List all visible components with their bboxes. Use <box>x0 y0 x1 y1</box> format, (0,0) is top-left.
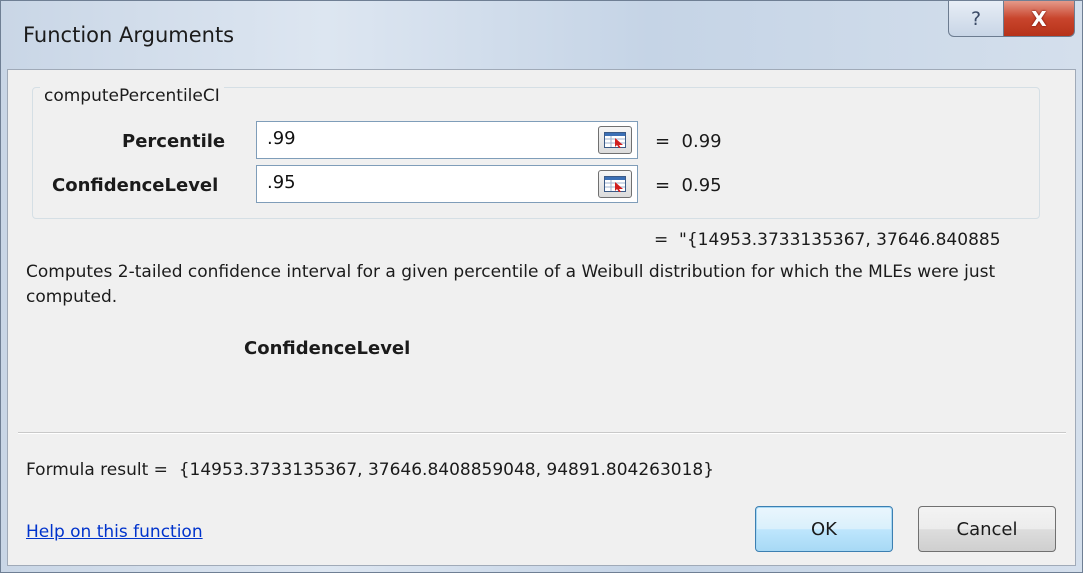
confidence-level-evaluated-value: = 0.95 <box>655 175 722 196</box>
ok-button[interactable]: OK <box>755 506 893 552</box>
argument-label-percentile: Percentile <box>122 131 226 152</box>
cancel-button[interactable]: Cancel <box>918 506 1056 552</box>
percentile-input[interactable]: .99 <box>256 121 638 159</box>
percentile-ref-button[interactable] <box>598 126 632 154</box>
title-bar[interactable]: Function Arguments ? X <box>1 1 1082 71</box>
formula-result: Formula result = {14953.3733135367, 3764… <box>26 460 715 480</box>
window-title: Function Arguments <box>23 23 235 47</box>
function-preview-result: = "{14953.3733135367, 37646.840885 <box>654 230 1001 250</box>
argument-label-confidence-level: ConfidenceLevel <box>52 175 219 196</box>
help-button[interactable]: ? <box>948 1 1004 37</box>
help-on-function-link[interactable]: Help on this function <box>26 522 203 542</box>
confidence-level-input[interactable]: .95 <box>256 165 638 203</box>
divider <box>18 432 1066 434</box>
collapse-dialog-icon <box>604 132 626 148</box>
close-icon: X <box>1031 6 1047 31</box>
help-icon: ? <box>970 7 982 30</box>
collapse-dialog-icon <box>604 176 626 192</box>
function-name: computePercentileCI <box>40 86 224 106</box>
confidence-level-ref-button[interactable] <box>598 170 632 198</box>
close-button[interactable]: X <box>1003 1 1075 37</box>
function-description: Computes 2-tailed confidence interval fo… <box>26 262 996 307</box>
percentile-evaluated-value: = 0.99 <box>655 131 722 152</box>
current-argument-name: ConfidenceLevel <box>244 338 411 359</box>
